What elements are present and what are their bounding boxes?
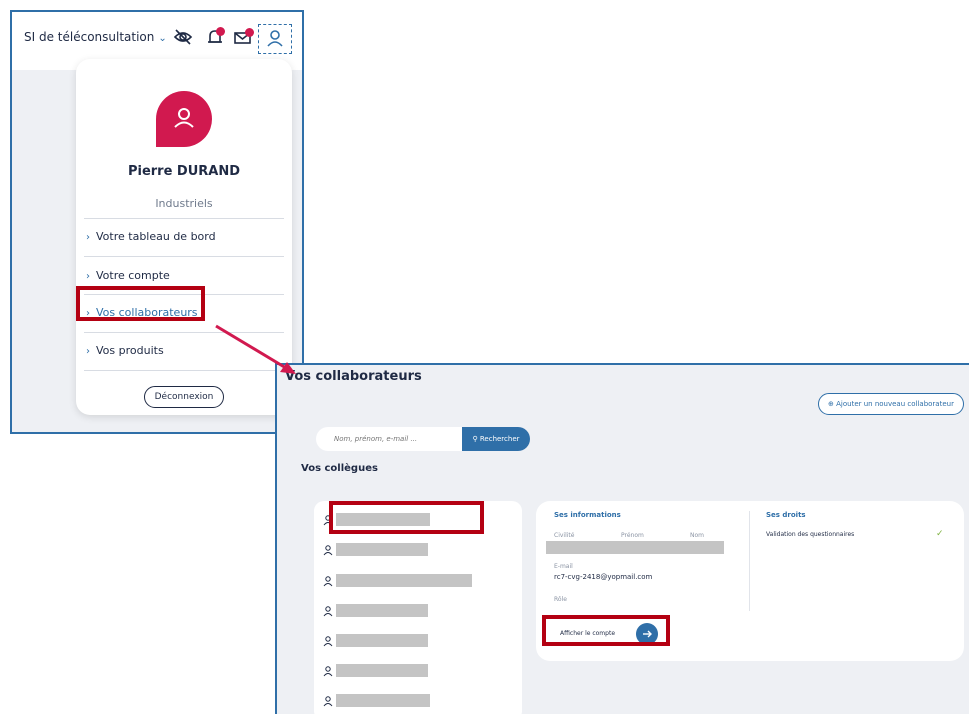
divider — [84, 332, 284, 333]
menu-item-label: Votre compte — [96, 269, 170, 282]
collaborators-panel: Vos collaborateurs ⊕ Ajouter un nouveau … — [275, 363, 969, 714]
list-item[interactable] — [314, 661, 522, 683]
menu-item-label: Votre tableau de bord — [96, 230, 216, 243]
user-icon — [267, 30, 283, 47]
user-menu-button[interactable] — [258, 24, 292, 54]
add-collaborator-label: Ajouter un nouveau collaborateur — [836, 400, 954, 408]
email-value: rc7-cvg-2418@yopmail.com — [554, 573, 653, 581]
mail-icon[interactable] — [232, 26, 254, 48]
list-item[interactable] — [314, 601, 522, 623]
app-title: SI de téléconsultation — [24, 30, 155, 44]
user-dropdown: Pierre DURAND Industriels › Votre tableau… — [76, 59, 292, 415]
person-icon — [323, 696, 333, 707]
divider — [84, 256, 284, 257]
bell-icon[interactable] — [204, 26, 226, 48]
prenom-label: Prénom — [621, 532, 644, 539]
add-collaborator-button[interactable]: ⊕ Ajouter un nouveau collaborateur — [818, 393, 964, 415]
section-title: Vos collègues — [301, 463, 378, 474]
search-button[interactable]: ⚲ Rechercher — [462, 427, 530, 451]
list-item[interactable] — [314, 571, 522, 593]
search-input[interactable] — [316, 427, 462, 451]
highlight-first-colleague — [329, 501, 484, 534]
eye-off-icon[interactable] — [172, 26, 194, 48]
person-icon — [323, 666, 333, 677]
avatar — [156, 91, 212, 147]
page-title: Vos collaborateurs — [285, 369, 422, 384]
message-badge — [245, 28, 254, 37]
highlight-show-account — [542, 615, 670, 646]
user-menu-panel: SI de téléconsultation ⌄ Pierre DURAND I… — [10, 10, 304, 434]
menu-item-label: Vos produits — [96, 344, 164, 357]
menu-item-products[interactable]: › Vos produits — [86, 336, 282, 366]
search-button-label: Rechercher — [479, 435, 520, 443]
redacted-identity — [546, 541, 724, 554]
chevron-right-icon: › — [86, 271, 90, 282]
user-name: Pierre DURAND — [127, 164, 241, 179]
redacted-name — [336, 664, 428, 677]
user-organization: Industriels — [155, 197, 213, 210]
person-icon — [323, 606, 333, 617]
list-item[interactable] — [314, 691, 522, 713]
menu-item-dashboard[interactable]: › Votre tableau de bord — [86, 222, 282, 252]
redacted-name — [336, 543, 428, 556]
check-icon: ✓ — [936, 529, 944, 539]
chevron-down-icon: ⌄ — [158, 33, 167, 44]
rights-item: Validation des questionnaires — [766, 531, 855, 538]
list-item[interactable] — [314, 540, 522, 562]
notification-badge — [216, 27, 225, 36]
divider — [84, 218, 284, 219]
divider — [84, 370, 284, 371]
person-icon — [323, 545, 333, 556]
plus-circle-icon: ⊕ — [828, 400, 834, 408]
person-icon — [323, 636, 333, 647]
list-item[interactable] — [314, 631, 522, 653]
chevron-right-icon: › — [86, 232, 90, 243]
person-icon — [323, 576, 333, 587]
role-label: Rôle — [554, 596, 567, 603]
divider — [749, 511, 750, 611]
info-section-title: Ses informations — [554, 511, 621, 519]
redacted-name — [336, 574, 472, 587]
civilite-label: Civilité — [554, 532, 575, 539]
redacted-name — [336, 604, 428, 617]
logout-button[interactable]: Déconnexion — [144, 386, 224, 408]
chevron-right-icon: › — [86, 346, 90, 357]
search-icon: ⚲ — [472, 435, 478, 443]
email-label: E-mail — [554, 563, 573, 570]
redacted-name — [336, 634, 428, 647]
app-selector[interactable]: SI de téléconsultation ⌄ — [24, 30, 167, 44]
user-icon — [174, 108, 194, 128]
highlight-collaborators-item — [76, 286, 205, 321]
nom-label: Nom — [690, 532, 705, 539]
redacted-name — [336, 694, 430, 707]
rights-title: Ses droits — [766, 511, 806, 519]
